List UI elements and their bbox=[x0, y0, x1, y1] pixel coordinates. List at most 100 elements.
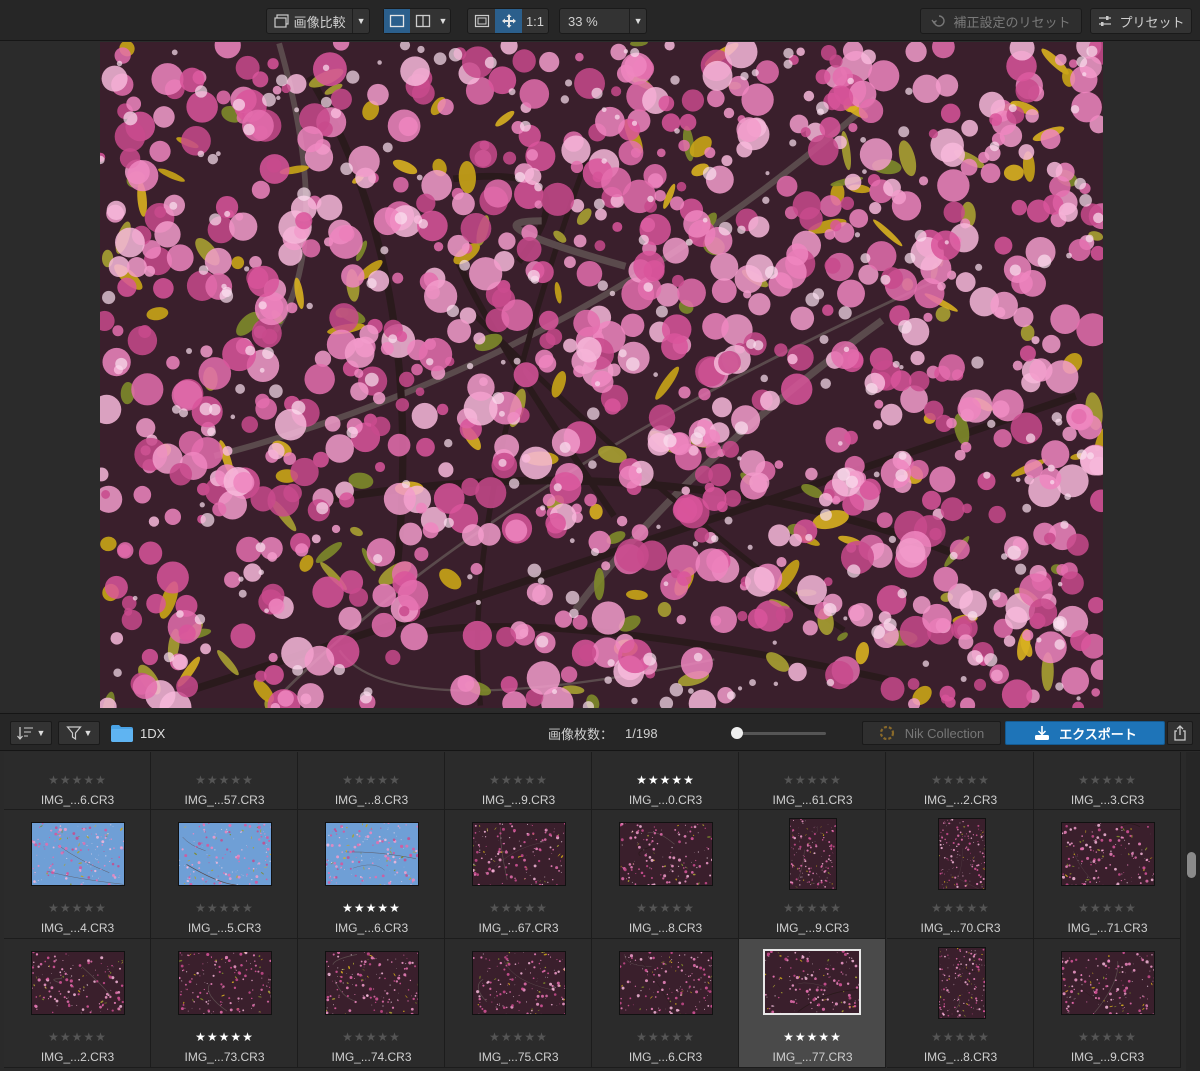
thumbnail-image[interactable] bbox=[31, 822, 125, 886]
thumbnail-cell[interactable]: ★★★★★ IMG_...73.CR3 bbox=[151, 939, 298, 1068]
star-rating[interactable]: ★★★★★ bbox=[4, 773, 151, 787]
compare-dropdown[interactable]: ▼ bbox=[353, 9, 369, 33]
preset-button[interactable]: プリセット bbox=[1090, 8, 1192, 34]
thumbnail-image[interactable] bbox=[31, 951, 125, 1015]
thumbnail-cell[interactable]: ★★★★★ IMG_...3.CR3 bbox=[1034, 752, 1181, 810]
thumbnail-cell[interactable]: ★★★★★ IMG_...6.CR3 bbox=[592, 939, 739, 1068]
star-rating[interactable]: ★★★★★ bbox=[1034, 773, 1181, 787]
star-rating[interactable]: ★★★★★ bbox=[592, 1030, 739, 1044]
filter-icon bbox=[65, 726, 82, 741]
star-rating[interactable]: ★★★★★ bbox=[298, 773, 445, 787]
thumbnail-cell[interactable]: ★★★★★ IMG_...74.CR3 bbox=[298, 939, 445, 1068]
cherry-blossom-thumbnail bbox=[765, 951, 859, 1013]
star-rating[interactable]: ★★★★★ bbox=[887, 1030, 1034, 1044]
export-icon bbox=[1035, 726, 1050, 740]
file-name: IMG_...6.CR3 bbox=[40, 793, 115, 807]
compare-group: 画像比較 ▼ bbox=[266, 8, 370, 34]
thumbnail-image[interactable] bbox=[763, 949, 861, 1015]
star-rating[interactable]: ★★★★★ bbox=[151, 901, 298, 915]
file-name: IMG_...9.CR3 bbox=[481, 793, 556, 807]
thumbnail-cell[interactable]: ★★★★★ IMG_...6.CR3 bbox=[4, 752, 151, 810]
thumbnail-cell[interactable]: ★★★★★ IMG_...71.CR3 bbox=[1034, 810, 1181, 939]
thumbnail-cell[interactable]: ★★★★★ IMG_...2.CR3 bbox=[887, 752, 1034, 810]
thumbnail-image[interactable] bbox=[472, 951, 566, 1015]
file-name: IMG_...5.CR3 bbox=[187, 921, 262, 935]
single-view-icon bbox=[389, 14, 405, 28]
thumbnail-grid[interactable]: ★★★★★ IMG_...6.CR3 ★★★★★ IMG_...57.CR3 ★★★★★… bbox=[4, 752, 1182, 1071]
single-view-button[interactable] bbox=[384, 9, 410, 33]
zoom-select[interactable]: 33 % ▼ bbox=[559, 8, 647, 34]
thumbnail-cell[interactable]: ★★★★★ IMG_...0.CR3 bbox=[592, 752, 739, 810]
view-mode-group: ▼ bbox=[383, 8, 451, 34]
star-rating[interactable]: ★★★★★ bbox=[4, 901, 151, 915]
slider-handle[interactable] bbox=[731, 727, 743, 739]
nik-collection-button[interactable]: Nik Collection bbox=[862, 721, 1001, 745]
thumbnail-cell[interactable]: ★★★★★ IMG_...8.CR3 bbox=[298, 752, 445, 810]
star-rating[interactable]: ★★★★★ bbox=[592, 901, 739, 915]
reset-button[interactable]: 補正設定のリセット bbox=[920, 8, 1082, 34]
thumbnail-image[interactable] bbox=[619, 951, 713, 1015]
star-rating[interactable]: ★★★★★ bbox=[151, 773, 298, 787]
thumbnail-cell[interactable]: ★★★★★ IMG_...77.CR3 bbox=[739, 939, 886, 1068]
thumbnail-image[interactable] bbox=[1061, 822, 1155, 886]
thumbnail-image[interactable] bbox=[178, 951, 272, 1015]
star-rating[interactable]: ★★★★★ bbox=[445, 773, 592, 787]
scrollbar-thumb[interactable] bbox=[1187, 852, 1196, 878]
pan-tool-button[interactable] bbox=[495, 9, 522, 33]
star-rating[interactable]: ★★★★★ bbox=[298, 1030, 445, 1044]
star-rating[interactable]: ★★★★★ bbox=[887, 901, 1034, 915]
star-rating[interactable]: ★★★★★ bbox=[592, 773, 739, 787]
star-rating[interactable]: ★★★★★ bbox=[445, 901, 592, 915]
main-photo[interactable] bbox=[100, 42, 1103, 708]
thumbnail-cell[interactable]: ★★★★★ IMG_...5.CR3 bbox=[151, 810, 298, 939]
thumbnail-cell[interactable]: ★★★★★ IMG_...67.CR3 bbox=[445, 810, 592, 939]
filter-button[interactable]: ▼ bbox=[58, 721, 100, 745]
grid-scrollbar[interactable] bbox=[1186, 752, 1200, 1071]
star-rating[interactable]: ★★★★★ bbox=[887, 773, 1034, 787]
thumbnail-image[interactable] bbox=[325, 822, 419, 886]
thumbnail-cell[interactable]: ★★★★★ IMG_...57.CR3 bbox=[151, 752, 298, 810]
thumbnail-image[interactable] bbox=[472, 822, 566, 886]
thumbnail-cell[interactable]: ★★★★★ IMG_...75.CR3 bbox=[445, 939, 592, 1068]
file-name: IMG_...77.CR3 bbox=[772, 1050, 853, 1064]
thumbnail-image[interactable] bbox=[1061, 951, 1155, 1015]
thumbnail-image[interactable] bbox=[938, 818, 986, 890]
thumbnail-image[interactable] bbox=[178, 822, 272, 886]
thumbnail-cell[interactable]: ★★★★★ IMG_...2.CR3 bbox=[4, 939, 151, 1068]
thumbnail-image[interactable] bbox=[789, 818, 837, 890]
thumbnail-cell[interactable]: ★★★★★ IMG_...8.CR3 bbox=[887, 939, 1034, 1068]
thumbnail-cell[interactable]: ★★★★★ IMG_...4.CR3 bbox=[4, 810, 151, 939]
thumbnail-cell[interactable]: ★★★★★ IMG_...61.CR3 bbox=[739, 752, 886, 810]
one-to-one-button[interactable]: 1:1 bbox=[522, 9, 548, 33]
thumbnail-size-slider[interactable] bbox=[730, 721, 828, 745]
star-rating[interactable]: ★★★★★ bbox=[1034, 1030, 1181, 1044]
export-button[interactable]: エクスポート bbox=[1005, 721, 1165, 745]
thumbnail-cell[interactable]: ★★★★★ IMG_...9.CR3 bbox=[445, 752, 592, 810]
thumbnail-image[interactable] bbox=[938, 947, 986, 1019]
thumbnail-cell[interactable]: ★★★★★ IMG_...6.CR3 bbox=[298, 810, 445, 939]
image-viewer[interactable] bbox=[0, 41, 1200, 711]
split-view-button[interactable] bbox=[410, 9, 436, 33]
star-rating[interactable]: ★★★★★ bbox=[445, 1030, 592, 1044]
star-rating[interactable]: ★★★★★ bbox=[298, 901, 445, 915]
thumbnail-image[interactable] bbox=[325, 951, 419, 1015]
compare-button[interactable]: 画像比較 bbox=[267, 9, 352, 33]
folder-button[interactable]: 1DX bbox=[110, 721, 165, 745]
star-rating[interactable]: ★★★★★ bbox=[151, 1030, 298, 1044]
view-mode-dropdown[interactable]: ▼ bbox=[436, 9, 450, 33]
star-rating[interactable]: ★★★★★ bbox=[739, 773, 886, 787]
share-button[interactable] bbox=[1167, 721, 1193, 745]
star-rating[interactable]: ★★★★★ bbox=[739, 1030, 886, 1044]
sort-button[interactable]: ▼ bbox=[10, 721, 52, 745]
thumbnail-cell[interactable]: ★★★★★ IMG_...70.CR3 bbox=[887, 810, 1034, 939]
thumbnail-image[interactable] bbox=[619, 822, 713, 886]
thumbnail-cell[interactable]: ★★★★★ IMG_...9.CR3 bbox=[1034, 939, 1181, 1068]
star-rating[interactable]: ★★★★★ bbox=[739, 901, 886, 915]
thumbnail-cell[interactable]: ★★★★★ IMG_...9.CR3 bbox=[739, 810, 886, 939]
star-rating[interactable]: ★★★★★ bbox=[4, 1030, 151, 1044]
thumbnail-cell[interactable]: ★★★★★ IMG_...8.CR3 bbox=[592, 810, 739, 939]
zoom-dropdown[interactable]: ▼ bbox=[630, 9, 646, 33]
star-rating[interactable]: ★★★★★ bbox=[1034, 901, 1181, 915]
fit-screen-button[interactable] bbox=[468, 9, 495, 33]
split-view-icon bbox=[415, 14, 431, 28]
